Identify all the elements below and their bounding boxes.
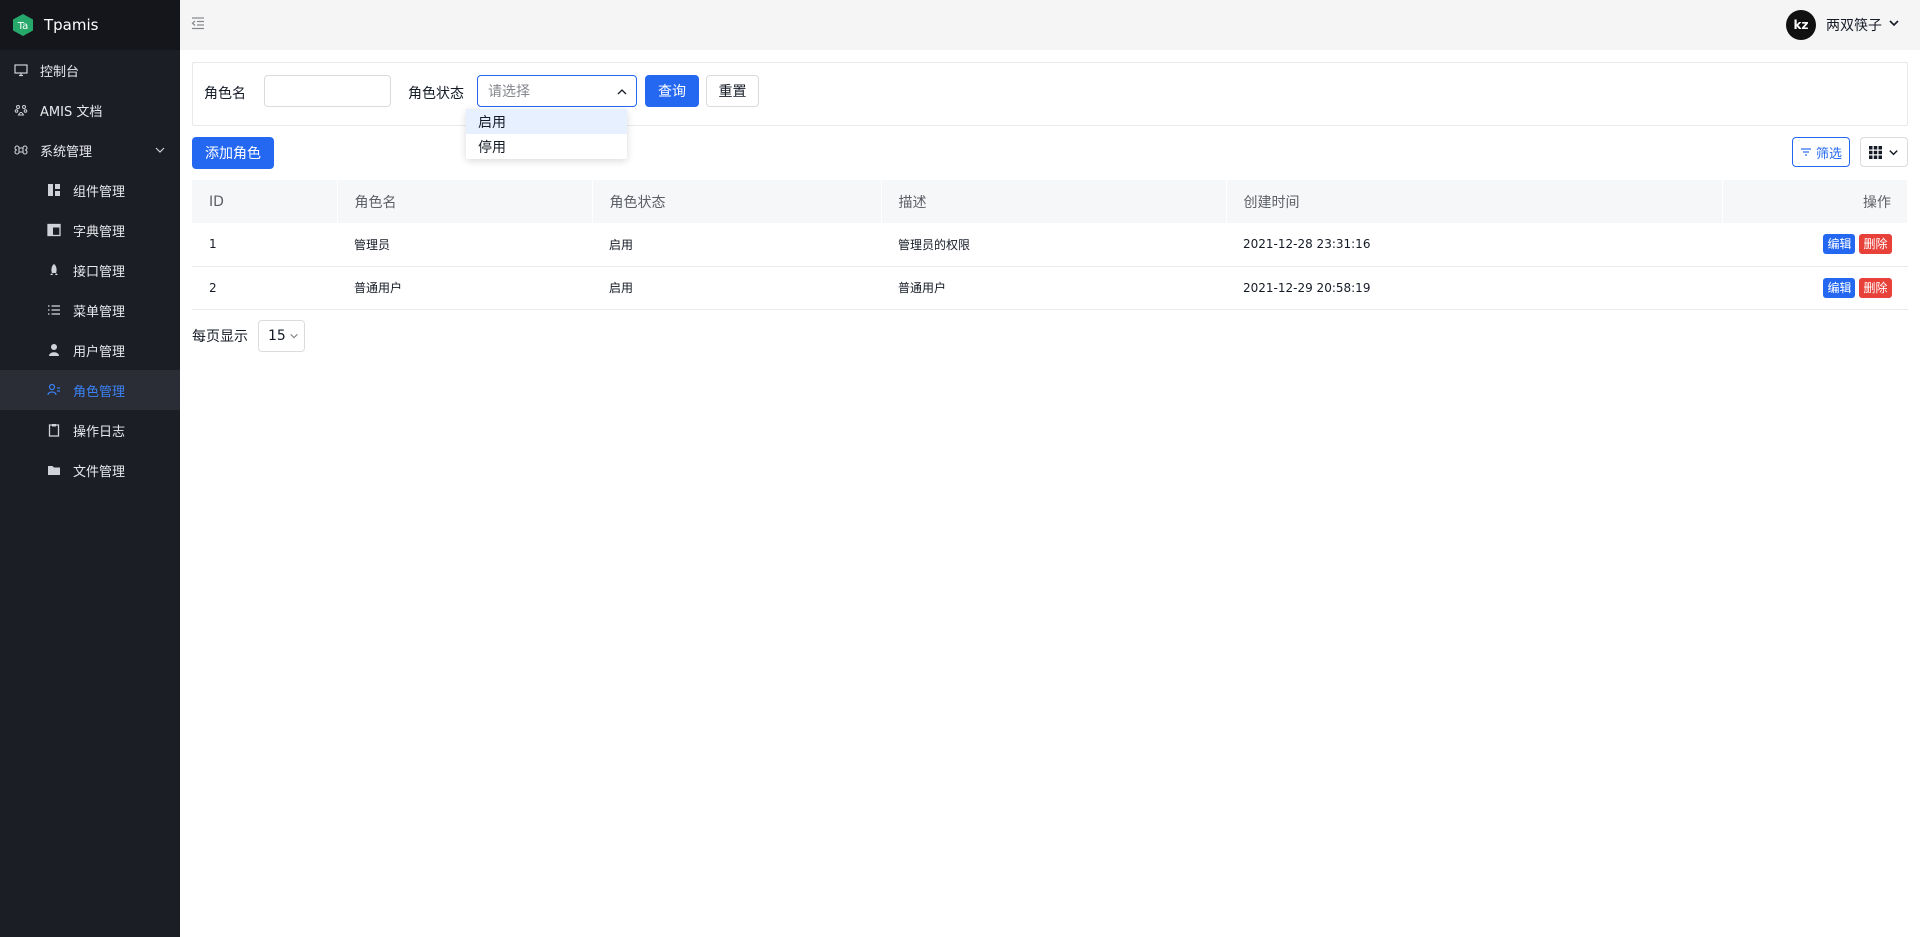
- cell-status: 启用: [592, 266, 881, 310]
- delete-button[interactable]: 删除: [1859, 277, 1892, 298]
- per-page-value: 15: [268, 328, 286, 344]
- sidebar-nav: 控制台 AMIS 文档 系统管理 组件管理 字典管理 接口管理 菜单管理 用户管…: [0, 50, 180, 490]
- option-disabled[interactable]: 停用: [466, 134, 627, 159]
- layout-icon: [47, 223, 61, 237]
- cell-actions: 编辑 删除: [1722, 266, 1908, 310]
- collapse-sidebar-button[interactable]: [190, 17, 206, 33]
- sidebar-item-roles[interactable]: 角色管理: [0, 370, 180, 410]
- cell-name: 管理员: [337, 223, 592, 267]
- edit-button[interactable]: 编辑: [1823, 234, 1856, 255]
- chevron-down-icon: [1888, 17, 1900, 33]
- monitor-icon: [14, 63, 28, 77]
- role-icon: [47, 383, 61, 397]
- avatar: kz: [1786, 10, 1816, 40]
- cell-description: 管理员的权限: [881, 223, 1226, 267]
- user-name: 两双筷子: [1826, 18, 1882, 34]
- sidebar-item-components[interactable]: 组件管理: [0, 170, 180, 210]
- filter-icon: [1800, 146, 1812, 158]
- cell-description: 普通用户: [881, 266, 1226, 310]
- sidebar-item-menus[interactable]: 菜单管理: [0, 290, 180, 330]
- per-page-label: 每页显示: [192, 329, 248, 345]
- sidebar-item-label: 组件管理: [73, 184, 126, 200]
- filter-toggle-button[interactable]: 筛选: [1792, 137, 1850, 167]
- indent-icon: [191, 16, 205, 34]
- sidebar-item-system[interactable]: 系统管理: [0, 130, 180, 170]
- reset-button[interactable]: 重置: [706, 75, 759, 107]
- sidebar-item-api[interactable]: 接口管理: [0, 250, 180, 290]
- chevron-down-icon: [1888, 147, 1899, 158]
- sidebar-item-label: 角色管理: [73, 384, 126, 400]
- search-button[interactable]: 查询: [645, 75, 699, 107]
- delete-button[interactable]: 删除: [1859, 234, 1892, 255]
- role-status-select[interactable]: 请选择: [477, 75, 637, 107]
- user-menu[interactable]: kz 两双筷子: [1786, 10, 1900, 40]
- sidebar-item-users[interactable]: 用户管理: [0, 330, 180, 370]
- table-row: 1 管理员 启用 管理员的权限 2021-12-28 23:31:16 编辑 删除: [192, 223, 1908, 267]
- cell-actions: 编辑 删除: [1722, 223, 1908, 267]
- cell-id: 1: [192, 223, 337, 267]
- table-header-row: ID 角色名 角色状态 描述 创建时间 操作: [192, 180, 1908, 223]
- user-icon: [47, 343, 61, 357]
- role-status-label: 角色状态: [408, 86, 464, 102]
- sidebar-item-label: 接口管理: [73, 264, 126, 280]
- rocket-icon: [47, 263, 61, 277]
- app-logo: Ta: [12, 13, 34, 37]
- folder-icon: [47, 463, 61, 477]
- grid-icon: [1869, 145, 1882, 159]
- sidebar-item-logs[interactable]: 操作日志: [0, 410, 180, 450]
- role-name-input[interactable]: [264, 75, 391, 107]
- paw-icon: [14, 103, 28, 117]
- sidebar-item-label: 操作日志: [73, 424, 126, 440]
- filter-form: 角色名 角色状态 请选择 查询 重置: [192, 62, 1908, 126]
- dashboard-icon: [47, 183, 61, 197]
- table-row: 2 普通用户 启用 普通用户 2021-12-29 20:58:19 编辑 删除: [192, 266, 1908, 310]
- sidebar: Ta Tpamis 控制台 AMIS 文档 系统管理 组件管理 字典管理 接口管…: [0, 0, 180, 937]
- brand: Ta Tpamis: [0, 0, 180, 50]
- cell-id: 2: [192, 266, 337, 310]
- top-bar: kz 两双筷子: [180, 0, 1920, 50]
- column-header-status[interactable]: 角色状态: [592, 180, 882, 223]
- sidebar-item-label: 菜单管理: [73, 304, 126, 320]
- column-header-actions: 操作: [1722, 180, 1908, 223]
- command-icon: [14, 143, 28, 157]
- sidebar-item-label: 系统管理: [40, 144, 93, 160]
- sidebar-item-amis-docs[interactable]: AMIS 文档: [0, 90, 180, 130]
- svg-text:Ta: Ta: [17, 21, 29, 32]
- clipboard-icon: [47, 423, 61, 437]
- filter-toggle-label: 筛选: [1815, 146, 1842, 162]
- sidebar-item-label: 字典管理: [73, 224, 126, 240]
- chevron-up-icon: [616, 86, 628, 102]
- column-header-name[interactable]: 角色名: [337, 180, 593, 223]
- sidebar-item-dictionary[interactable]: 字典管理: [0, 210, 180, 250]
- cell-created: 2021-12-28 23:31:16: [1226, 223, 1722, 267]
- chevron-down-icon: [289, 331, 299, 341]
- cell-created: 2021-12-29 20:58:19: [1226, 266, 1722, 310]
- list-icon: [47, 303, 61, 317]
- main-content: 角色名 角色状态 请选择 查询 重置 添加角色 筛选 ID 角色名 角色状态 描…: [180, 50, 1920, 937]
- sidebar-item-files[interactable]: 文件管理: [0, 450, 180, 490]
- cell-name: 普通用户: [337, 266, 592, 310]
- column-toggle-button[interactable]: [1860, 137, 1908, 167]
- cell-status: 启用: [592, 223, 881, 267]
- edit-button[interactable]: 编辑: [1823, 277, 1856, 298]
- app-name: Tpamis: [44, 16, 99, 34]
- column-header-id[interactable]: ID: [192, 180, 338, 223]
- sidebar-item-label: 文件管理: [73, 464, 126, 480]
- roles-table: ID 角色名 角色状态 描述 创建时间 操作 1 管理员 启用 管理员的权限 2…: [192, 180, 1908, 310]
- sidebar-item-label: 控制台: [40, 64, 80, 80]
- column-header-created[interactable]: 创建时间: [1226, 180, 1723, 223]
- add-role-button[interactable]: 添加角色: [192, 137, 274, 169]
- role-name-label: 角色名: [204, 86, 246, 102]
- sidebar-item-dashboard[interactable]: 控制台: [0, 50, 180, 90]
- sidebar-item-label: AMIS 文档: [40, 104, 103, 120]
- column-header-description[interactable]: 描述: [881, 180, 1227, 223]
- role-status-dropdown: 启用 停用: [466, 109, 627, 159]
- chevron-down-icon: [154, 144, 166, 160]
- pagination: 每页显示 15: [192, 320, 305, 352]
- sidebar-item-label: 用户管理: [73, 344, 126, 360]
- option-enabled[interactable]: 启用: [466, 109, 627, 134]
- per-page-select[interactable]: 15: [258, 320, 305, 352]
- select-placeholder: 请选择: [488, 84, 530, 100]
